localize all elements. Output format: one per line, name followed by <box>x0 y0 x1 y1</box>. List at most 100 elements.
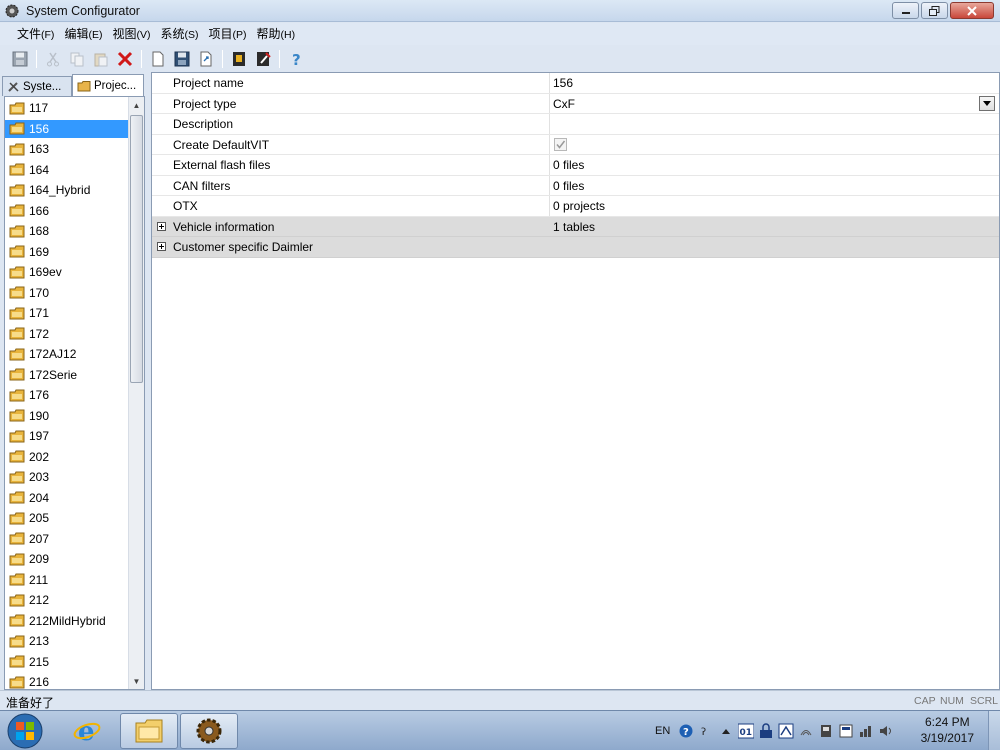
property-value[interactable]: 0 files <box>553 179 584 193</box>
show-hidden-icons-icon[interactable] <box>718 723 734 739</box>
copy-button[interactable] <box>67 49 87 69</box>
language-indicator[interactable]: EN <box>655 725 670 737</box>
list-item[interactable]: 216 <box>5 673 129 689</box>
project-type-dropdown[interactable] <box>979 95 995 111</box>
list-item[interactable]: 156 <box>5 119 129 138</box>
list-item[interactable]: 171 <box>5 304 129 322</box>
clock[interactable]: 6:24 PM 3/19/2017 <box>921 714 974 746</box>
wireless-icon[interactable] <box>798 723 814 739</box>
toolbar-separator <box>222 50 223 68</box>
list-item[interactable]: 164 <box>5 161 129 179</box>
restore-button[interactable] <box>921 2 948 19</box>
property-row[interactable]: Create DefaultVIT <box>152 134 999 155</box>
tab-system[interactable]: Syste... <box>2 76 72 96</box>
delete-button[interactable] <box>115 49 135 69</box>
window-title: System Configurator <box>26 4 140 18</box>
show-desktop-button[interactable] <box>988 711 1000 750</box>
property-row[interactable]: Project type CxF <box>152 93 999 114</box>
scroll-up-arrow[interactable]: ▲ <box>129 97 144 113</box>
list-item[interactable]: 204 <box>5 489 129 507</box>
property-group-row[interactable]: Vehicle information 1 tables <box>152 216 999 237</box>
list-item[interactable]: 212 <box>5 591 129 609</box>
list-item[interactable]: 209 <box>5 550 129 568</box>
property-value[interactable]: CxF <box>553 97 575 111</box>
network-tool-icon[interactable] <box>778 723 794 739</box>
list-item[interactable]: 202 <box>5 448 129 466</box>
list-item[interactable]: 169ev <box>5 263 129 281</box>
list-item[interactable]: 169 <box>5 243 129 261</box>
list-item[interactable]: 168 <box>5 222 129 240</box>
list-item[interactable]: 213 <box>5 632 129 650</box>
list-item-label: 169ev <box>29 265 62 279</box>
list-item[interactable]: 170 <box>5 284 129 302</box>
property-name: Project type <box>173 96 237 111</box>
help-button[interactable]: ? <box>286 49 306 69</box>
property-value[interactable]: 156 <box>553 76 573 90</box>
scroll-thumb[interactable] <box>130 115 143 383</box>
save-button[interactable] <box>10 49 30 69</box>
book-button[interactable] <box>229 49 249 69</box>
property-row[interactable]: External flash files 0 files <box>152 155 999 176</box>
list-item[interactable]: 172AJ12 <box>5 345 129 363</box>
save-all-icon <box>174 51 190 67</box>
list-item[interactable]: 164_Hybrid <box>5 181 129 199</box>
network-icon[interactable] <box>858 723 874 739</box>
menu-system[interactable]: 系统(S) <box>155 24 203 45</box>
list-item[interactable]: 190 <box>5 407 129 425</box>
property-row[interactable]: OTX 0 projects <box>152 196 999 217</box>
folder-icon <box>9 594 25 606</box>
list-item[interactable]: 215 <box>5 653 129 671</box>
tab-projects[interactable]: Projec... <box>72 74 144 96</box>
list-item[interactable]: 211 <box>5 571 129 589</box>
input-method-icon[interactable]: ʔ <box>698 723 714 739</box>
expand-icon[interactable] <box>156 221 166 231</box>
list-item[interactable]: 207 <box>5 530 129 548</box>
property-value[interactable]: 0 files <box>553 158 584 172</box>
list-item[interactable]: 166 <box>5 202 129 220</box>
property-row[interactable]: Description <box>152 114 999 135</box>
list-scrollbar[interactable]: ▲ ▼ <box>128 97 144 689</box>
minimize-button[interactable] <box>892 2 919 19</box>
property-row[interactable]: Project name 156 <box>152 73 999 94</box>
menu-project[interactable]: 项目(P) <box>203 24 251 45</box>
menu-file[interactable]: 文件(F) <box>12 24 59 45</box>
menu-view[interactable]: 视图(V) <box>107 24 155 45</box>
list-item-label: 204 <box>29 490 50 505</box>
save-all-button[interactable] <box>172 49 192 69</box>
expand-icon[interactable] <box>156 242 166 252</box>
help-tray-icon[interactable]: ? <box>678 723 694 739</box>
list-item[interactable]: 172 <box>5 325 129 343</box>
volume-icon[interactable] <box>878 723 894 739</box>
export-button[interactable] <box>196 49 216 69</box>
project-list[interactable]: 117 156 163 164 164_Hybrid 166 168 169 169ev 170 1… <box>4 96 145 690</box>
close-button[interactable] <box>950 2 994 19</box>
scroll-down-arrow[interactable]: ▼ <box>129 673 144 689</box>
list-item[interactable]: 212MildHybrid <box>5 612 129 630</box>
action-center-icon[interactable] <box>838 723 854 739</box>
list-item[interactable]: 176 <box>5 386 129 404</box>
list-item[interactable]: 205 <box>5 509 129 527</box>
list-item[interactable]: 172Serie <box>5 366 129 384</box>
menu-help[interactable]: 帮助(H) <box>252 24 301 45</box>
paste-button[interactable] <box>91 49 111 69</box>
list-item[interactable]: 203 <box>5 468 129 486</box>
app-tray-icon-01[interactable]: 01 <box>738 723 755 739</box>
list-item[interactable]: 117 <box>5 99 129 117</box>
lock-tray-icon[interactable] <box>758 723 774 739</box>
property-group-row[interactable]: Customer specific Daimler <box>152 237 999 258</box>
cut-button[interactable] <box>43 49 63 69</box>
taskbar-ie[interactable]: e <box>58 713 116 749</box>
property-value[interactable]: 0 projects <box>553 199 605 213</box>
row-gutter <box>152 155 170 175</box>
taskbar-system-configurator[interactable] <box>180 713 238 749</box>
property-row[interactable]: CAN filters 0 files <box>152 175 999 196</box>
menu-edit[interactable]: 编辑(E) <box>59 24 107 45</box>
start-button[interactable] <box>4 712 46 750</box>
device-tray-icon[interactable] <box>818 723 834 739</box>
default-vit-checkbox[interactable] <box>554 137 567 151</box>
taskbar-explorer[interactable] <box>120 713 178 749</box>
list-item[interactable]: 197 <box>5 427 129 445</box>
new-button[interactable] <box>148 49 168 69</box>
list-item[interactable]: 163 <box>5 140 129 158</box>
edit-button[interactable] <box>253 49 273 69</box>
